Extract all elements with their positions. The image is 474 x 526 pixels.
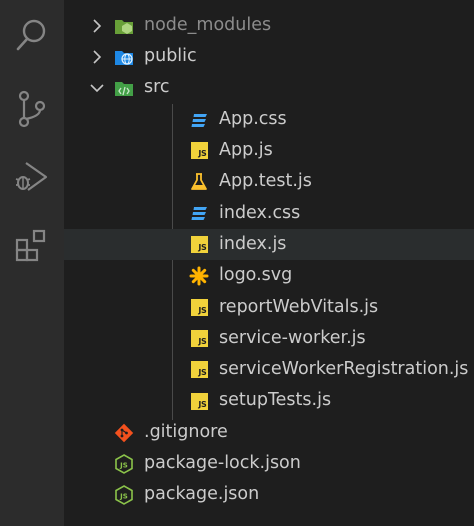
public-folder-icon: [114, 47, 134, 67]
svg-file-icon: [189, 266, 209, 286]
tree-file-index-js[interactable]: JS index.js: [64, 229, 474, 261]
activity-extensions-button[interactable]: [0, 210, 64, 280]
js-badge: JS: [190, 236, 208, 254]
tree-file-app-test-js[interactable]: App.test.js: [64, 166, 474, 197]
js-badge: JS: [190, 142, 208, 160]
tree-item-label: App.test.js: [219, 171, 312, 192]
tree-item-label: logo.svg: [219, 265, 293, 286]
js-badge: JS: [190, 298, 208, 316]
source-control-icon: [16, 90, 48, 128]
js-file-icon: JS: [189, 329, 209, 349]
src-folder-icon: [114, 78, 134, 98]
tree-file-index-css[interactable]: index.css: [64, 198, 474, 229]
css-file-icon: [189, 203, 209, 223]
js-badge: JS: [190, 392, 208, 410]
run-debug-icon: [14, 159, 50, 195]
tree-item-label: App.css: [219, 108, 287, 129]
tree-folder-node-modules[interactable]: node_modules: [64, 10, 474, 41]
tree-item-label: service-worker.js: [219, 327, 366, 348]
tree-folder-public[interactable]: public: [64, 41, 474, 72]
explorer-tree: node_modules public src App.css JS App.j…: [64, 0, 474, 526]
js-file-icon: JS: [189, 141, 209, 161]
js-badge: JS: [190, 361, 208, 379]
tree-file-package-json[interactable]: JS package.json: [64, 479, 474, 510]
tree-item-label: App.js: [219, 140, 273, 161]
js-badge: JS: [190, 330, 208, 348]
tree-file-app-js[interactable]: JS App.js: [64, 135, 474, 166]
test-file-icon: [189, 172, 209, 192]
js-file-icon: JS: [189, 360, 209, 380]
tree-item-label: package-lock.json: [144, 453, 301, 474]
svg-text:JS: JS: [119, 493, 128, 501]
tree-item-label: src: [144, 77, 170, 98]
tree-item-label: serviceWorkerRegistration.js: [219, 359, 469, 380]
tree-file-setup-tests-js[interactable]: JS setupTests.js: [64, 386, 474, 417]
node-folder-icon: [114, 16, 134, 36]
tree-file-report-web-vitals-js[interactable]: JS reportWebVitals.js: [64, 292, 474, 323]
tree-item-label: .gitignore: [144, 421, 228, 442]
node-json-file-icon: JS: [114, 453, 134, 474]
css-file-icon: [189, 110, 209, 130]
tree-item-label: package.json: [144, 484, 260, 505]
svg-text:JS: JS: [119, 461, 128, 469]
node-json-file-icon: JS: [114, 485, 134, 506]
git-file-icon: [114, 423, 134, 443]
tree-file-gitignore[interactable]: .gitignore: [64, 417, 474, 448]
chevron-down-icon: [90, 81, 104, 95]
tree-item-label: node_modules: [144, 14, 272, 35]
tree-file-app-css[interactable]: App.css: [64, 104, 474, 135]
search-icon: [15, 17, 49, 53]
js-file-icon: JS: [189, 297, 209, 317]
tree-item-label: index.js: [219, 233, 287, 254]
activity-bar: [0, 0, 64, 526]
chevron-right-icon: [90, 19, 104, 33]
tree-item-label: setupTests.js: [219, 390, 332, 411]
tree-item-label: index.css: [219, 202, 301, 223]
tree-file-service-worker-registration-js[interactable]: JS serviceWorkerRegistration.js: [64, 354, 474, 385]
tree-item-label: public: [144, 46, 197, 67]
tree-file-logo-svg[interactable]: logo.svg: [64, 260, 474, 291]
tree-file-service-worker-js[interactable]: JS service-worker.js: [64, 323, 474, 354]
chevron-right-icon: [90, 50, 104, 64]
vscode-window: node_modules public src App.css JS App.j…: [0, 0, 474, 526]
extensions-icon: [14, 227, 50, 263]
tree-item-label: reportWebVitals.js: [219, 296, 379, 317]
activity-search-button[interactable]: [0, 0, 64, 70]
tree-folder-src[interactable]: src: [64, 73, 474, 104]
activity-run-debug-button[interactable]: [0, 142, 64, 212]
js-file-icon: JS: [189, 391, 209, 411]
tree-file-package-lock-json[interactable]: JS package-lock.json: [64, 448, 474, 479]
js-file-icon: JS: [189, 235, 209, 255]
activity-source-control-button[interactable]: [0, 74, 64, 144]
